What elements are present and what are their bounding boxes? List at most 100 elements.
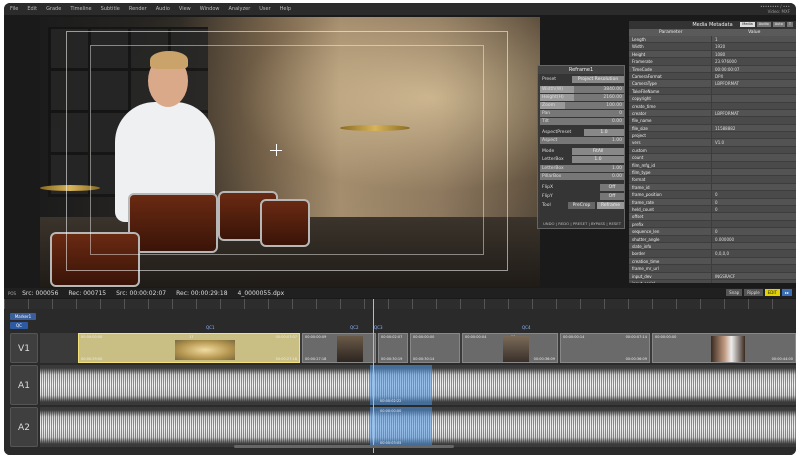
video-clip[interactable]: 00:00:00:00 00:00:07:07 00:00:29:00 00:0…	[78, 333, 300, 363]
pillarbox-slider[interactable]: PillarBox 0.00	[540, 173, 624, 180]
metadata-row[interactable]: frame_position 0	[629, 191, 796, 199]
metadata-row[interactable]: Height 1080	[629, 50, 796, 59]
qc-marker[interactable]: QC1	[206, 325, 215, 330]
metadata-row[interactable]: frame_rate 0	[629, 198, 796, 206]
playhead[interactable]	[373, 299, 374, 453]
aspect-preset-dropdown[interactable]: 1.0	[584, 129, 624, 136]
track-label-a2[interactable]: A2	[10, 407, 38, 447]
menu-subtitle[interactable]: Subtitle	[101, 6, 120, 12]
video-clip[interactable]: 00:00:00:00 00:00:30:14	[410, 333, 460, 363]
video-clip[interactable]: 00:00:00:09 00:00:27:18	[302, 333, 376, 363]
audio-track-a2[interactable]: 00:00:00:00 00:00:03:05	[40, 407, 796, 447]
metadata-row[interactable]: custom	[629, 146, 796, 155]
mode-dropdown[interactable]: FitAll	[572, 148, 624, 155]
tab-auto[interactable]: Auto	[772, 22, 785, 27]
metadata-row[interactable]: format	[629, 176, 796, 184]
marker-tag[interactable]: Marker1	[10, 313, 36, 320]
metadata-row[interactable]: held_count 0	[629, 205, 796, 214]
qc-tag[interactable]: QC	[10, 322, 28, 329]
tilt-slider[interactable]: Tilt 0.00	[540, 118, 624, 125]
menu-grade[interactable]: Grade	[46, 6, 61, 12]
forward-button[interactable]: ▸▸	[781, 289, 792, 296]
timeline-scrollbar[interactable]	[234, 445, 454, 448]
metadata-row[interactable]: Framerate 23.976000	[629, 58, 796, 66]
metadata-row[interactable]: vers V1.0	[629, 139, 796, 147]
metadata-row[interactable]: sequence_len 0	[629, 228, 796, 236]
clip-timecode: 00:00:30:19	[381, 357, 403, 361]
flipy-toggle[interactable]: Off	[600, 193, 624, 200]
metadata-row[interactable]: Length 1	[629, 36, 796, 44]
metadata-row[interactable]: creator LBPFORMAT	[629, 109, 796, 118]
video-clip[interactable]: 00:00:00:14 00:00:07:14 00:00:36:09	[560, 333, 650, 363]
video-clip[interactable]: 00:00:00:04 19 00:00:36:09	[462, 333, 558, 363]
menu-render[interactable]: Render	[129, 6, 147, 12]
metadata-row[interactable]: count	[629, 154, 796, 162]
metadata-row[interactable]: CameraFormat DPX	[629, 72, 796, 81]
reframe-footer-actions[interactable]: UNDO | REDO | PRESET | BYPASS | RESET	[540, 221, 624, 226]
track-label-v1[interactable]: V1	[10, 333, 38, 363]
menu-analyzer[interactable]: Analyzer	[229, 6, 251, 12]
menu-view[interactable]: View	[179, 6, 191, 12]
qc-marker[interactable]: QC2	[350, 325, 359, 330]
clip-timecode: 00:00:00:04	[465, 335, 487, 339]
video-viewer[interactable]	[40, 17, 540, 287]
width-slider[interactable]: Width(W) 3840.00	[540, 86, 624, 93]
metadata-row[interactable]: frame_id	[629, 183, 796, 192]
height-slider[interactable]: Height(H) 2160.00	[540, 94, 624, 101]
edit-button[interactable]: EDIT	[764, 289, 780, 296]
metadata-row[interactable]: input_serial	[629, 279, 796, 283]
menu-edit[interactable]: Edit	[27, 6, 37, 12]
tab-media[interactable]: Media	[740, 22, 755, 27]
metadata-key: creation_time	[632, 258, 660, 264]
video-clip[interactable]: 00:00:00:00 00:00:44:00	[652, 333, 796, 363]
tab-audio[interactable]: Audio	[756, 22, 771, 27]
flipx-toggle[interactable]: Off	[600, 184, 624, 191]
metadata-row[interactable]: frame_mr_url	[629, 265, 796, 273]
snap-button[interactable]: Snap	[726, 289, 743, 296]
metadata-row[interactable]: film_mfg_id	[629, 161, 796, 170]
clip-name: 4_0000055.dpx	[237, 289, 285, 297]
qc-marker[interactable]: QC4	[522, 325, 531, 330]
metadata-row[interactable]: offset	[629, 213, 796, 221]
metadata-row[interactable]: copyright	[629, 95, 796, 103]
metadata-row[interactable]: file_name	[629, 117, 796, 125]
metadata-row[interactable]: prefix	[629, 220, 796, 229]
timeline-ruler[interactable]	[4, 299, 796, 309]
metadata-row[interactable]: CameraType LBPFORMAT	[629, 80, 796, 88]
precrop-button[interactable]: PreCrop	[568, 202, 595, 209]
zoom-slider[interactable]: Zoom 100.00	[540, 102, 624, 109]
menu-help[interactable]: Help	[280, 6, 291, 12]
metadata-key: held_count	[632, 206, 654, 212]
metadata-row[interactable]: TimeCode 00:00:00:07	[629, 65, 796, 73]
ripple-button[interactable]: Ripple	[744, 289, 763, 296]
menu-window[interactable]: Window	[200, 6, 220, 12]
metadata-row[interactable]: slate_info	[629, 242, 796, 251]
metadata-row[interactable]: Width 1920	[629, 43, 796, 51]
video-clip[interactable]: 00:00:02:07 00:00:30:19	[378, 333, 408, 363]
metadata-row[interactable]: TakeFileName	[629, 87, 796, 96]
letterbox-dropdown[interactable]: 1.0	[572, 156, 624, 163]
preset-dropdown[interactable]: Project Resolution	[572, 76, 624, 83]
metadata-row[interactable]: shutter_angle 0.000000	[629, 235, 796, 243]
metadata-row[interactable]: border 0,0,0,0	[629, 250, 796, 258]
aspect-slider[interactable]: Aspect 1.00	[540, 137, 624, 144]
letterbox-slider[interactable]: LetterBox 1.00	[540, 165, 624, 172]
metadata-row[interactable]: input_dev INGSRACF	[629, 272, 796, 280]
reframe-button[interactable]: Reframe	[597, 202, 624, 209]
tab-t[interactable]: T	[786, 22, 793, 27]
metadata-row[interactable]: file_size 11588882	[629, 124, 796, 133]
menu-timeline[interactable]: Timeline	[70, 6, 91, 12]
menu-file[interactable]: File	[10, 6, 18, 12]
metadata-row[interactable]: creation_time	[629, 257, 796, 266]
metadata-row[interactable]: project	[629, 132, 796, 140]
metadata-row[interactable]: film_type	[629, 169, 796, 177]
menu-user[interactable]: User	[259, 6, 270, 12]
qc-marker[interactable]: QC3	[374, 325, 383, 330]
metadata-value: 1920	[711, 43, 796, 50]
audio-track-a1[interactable]: 00:00:02:22	[40, 365, 796, 405]
metadata-row[interactable]: create_time	[629, 102, 796, 110]
menu-audio[interactable]: Audio	[156, 6, 170, 12]
src-frame: Src: 000056	[22, 289, 59, 297]
track-label-a1[interactable]: A1	[10, 365, 38, 405]
pan-slider[interactable]: Pan 0	[540, 110, 624, 117]
